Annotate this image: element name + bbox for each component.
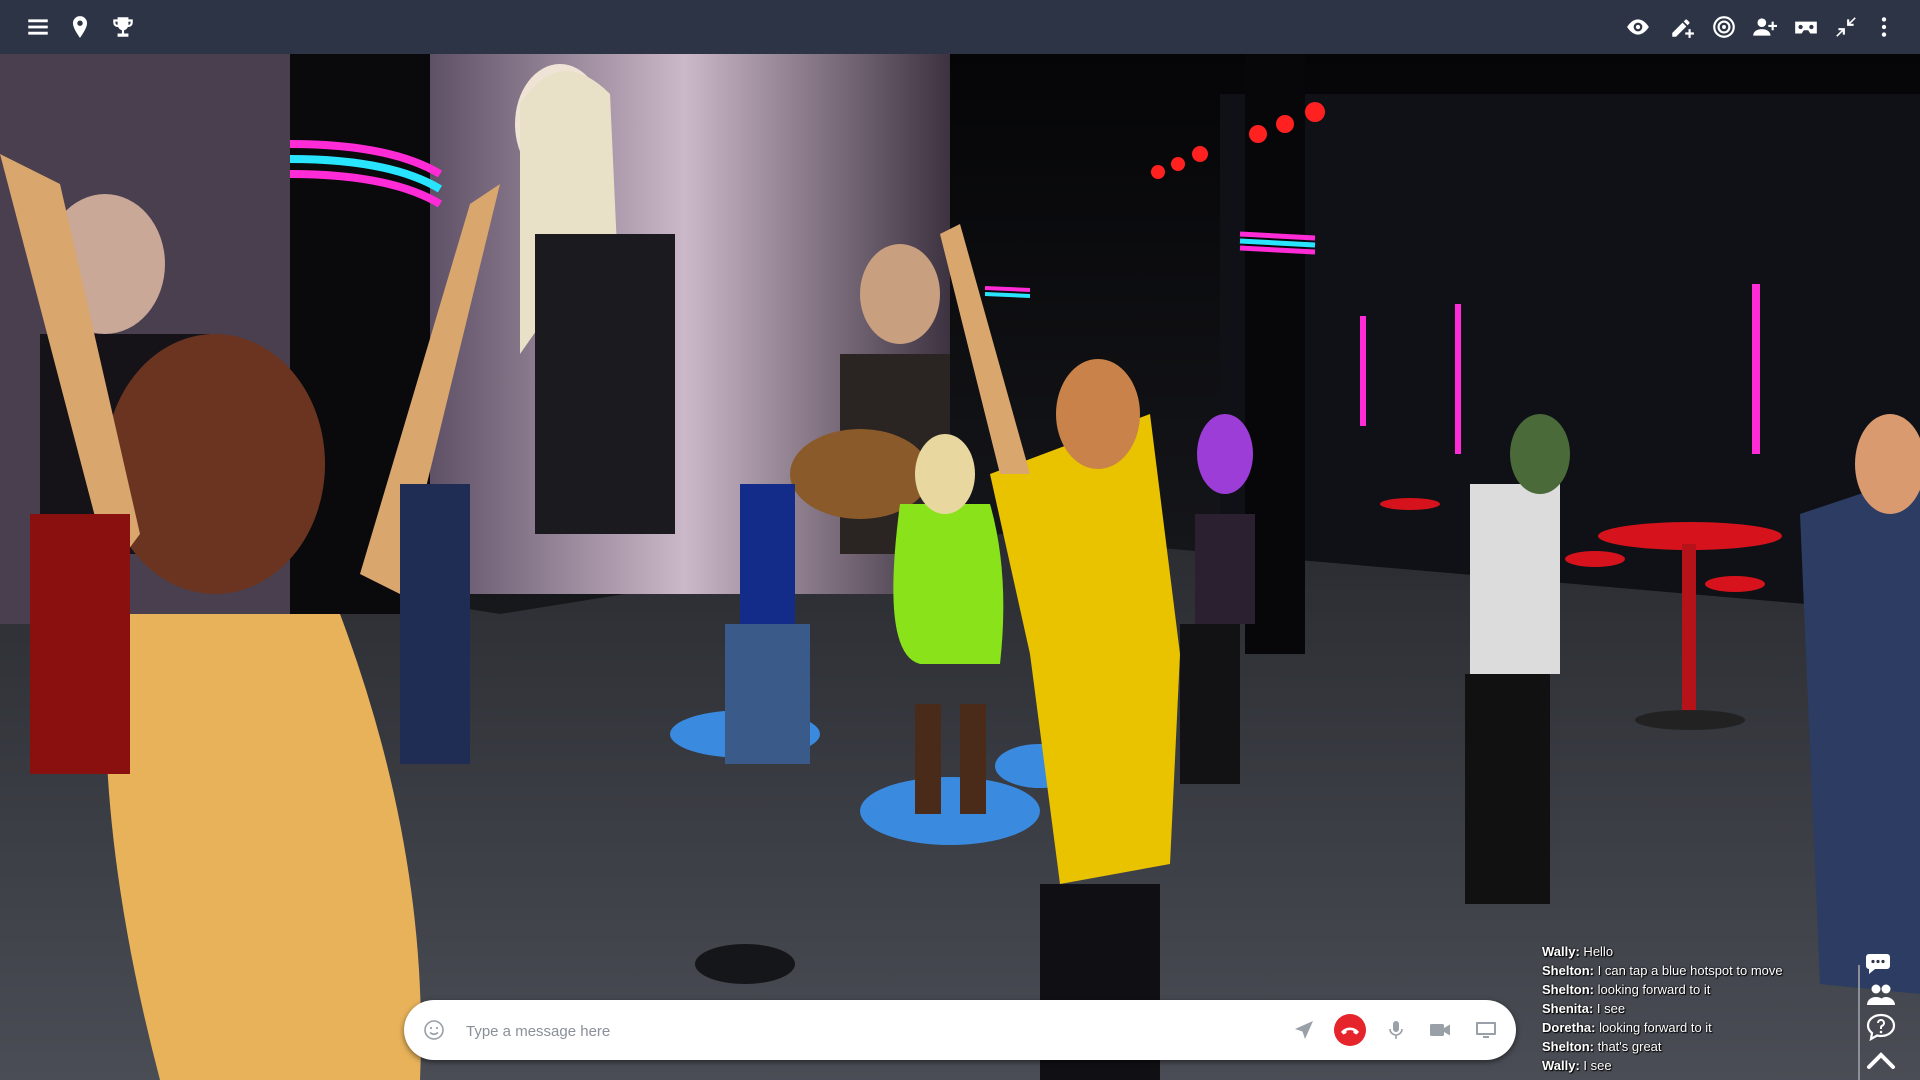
chat-log: Wally: Hello Shelton: I can tap a blue h… (1542, 942, 1842, 1075)
chat-message: Shelton: looking forward to it (1542, 980, 1842, 999)
scene-graphic (0, 54, 1920, 1080)
camera-button[interactable] (1424, 1014, 1456, 1046)
edit-add-icon (1672, 19, 1694, 38)
expand-button[interactable] (1862, 1046, 1900, 1076)
chat-username: Shelton: (1542, 982, 1594, 997)
menu-icon (28, 19, 48, 35)
screen-share-button[interactable] (1470, 1014, 1502, 1046)
people-button[interactable] (1862, 980, 1900, 1010)
collapse-icon (1836, 17, 1856, 37)
chat-message: Doretha: looking forward to it (1542, 1018, 1842, 1037)
top-toolbar (0, 0, 1920, 54)
target-icon (1713, 16, 1735, 38)
emoji-icon (424, 1020, 444, 1040)
chat-username: Shelton: (1542, 1039, 1594, 1054)
message-input[interactable] (464, 1008, 1288, 1054)
camera-icon (1430, 1024, 1450, 1036)
hangup-button[interactable] (1334, 1014, 1366, 1046)
chat-message: Shenita: I see (1542, 999, 1842, 1018)
hangup-icon (1341, 1027, 1359, 1035)
vr-button[interactable] (1788, 9, 1824, 45)
view-button[interactable] (1620, 9, 1656, 45)
microphone-button[interactable] (1380, 1014, 1412, 1046)
chat-bubbles-icon (1866, 954, 1890, 974)
edit-add-button[interactable] (1664, 9, 1700, 45)
vr-headset-icon (1795, 21, 1817, 34)
more-button[interactable] (1866, 9, 1902, 45)
chat-text: I see (1579, 1058, 1612, 1073)
chat-message: Wally: Hello (1542, 942, 1842, 961)
send-button[interactable] (1288, 1014, 1320, 1046)
chat-toggle-button[interactable] (1862, 950, 1900, 980)
help-button[interactable] (1862, 1012, 1900, 1042)
send-icon (1295, 1021, 1313, 1039)
chat-text: that's great (1594, 1039, 1662, 1054)
microphone-icon (1389, 1021, 1403, 1039)
chat-text: looking forward to it (1595, 1020, 1712, 1035)
chat-username: Wally: (1542, 944, 1580, 959)
chat-username: Shenita: (1542, 1001, 1594, 1016)
more-vertical-icon (1881, 17, 1887, 37)
chat-text: I see (1593, 1001, 1626, 1016)
trophy-icon (113, 17, 133, 37)
chat-text: Hello (1579, 944, 1614, 959)
menu-button[interactable] (20, 9, 56, 45)
chat-username: Wally: (1542, 1058, 1580, 1073)
people-icon (1867, 984, 1895, 1005)
message-bar (404, 1000, 1516, 1060)
chat-username: Doretha: (1542, 1020, 1596, 1035)
chat-message: Wally: I see (1542, 1056, 1842, 1075)
location-button[interactable] (62, 9, 98, 45)
chat-text: looking forward to it (1594, 982, 1711, 997)
help-icon (1866, 1013, 1896, 1041)
add-user-button[interactable] (1746, 9, 1782, 45)
virtual-world-view[interactable] (0, 54, 1920, 1080)
map-pin-icon (72, 16, 88, 38)
chat-message: Shelton: that's great (1542, 1037, 1842, 1056)
chevron-up-icon (1867, 1052, 1895, 1069)
chat-username: Shelton: (1542, 963, 1594, 978)
chat-text: I can tap a blue hotspot to move (1594, 963, 1783, 978)
eye-icon (1627, 19, 1649, 35)
target-button[interactable] (1706, 9, 1742, 45)
add-user-icon (1753, 18, 1777, 36)
chat-message: Shelton: I can tap a blue hotspot to mov… (1542, 961, 1842, 980)
emoji-button[interactable] (420, 1016, 448, 1044)
trophy-button[interactable] (105, 9, 141, 45)
side-panel-divider (1858, 965, 1860, 1080)
screen-share-icon (1476, 1022, 1496, 1038)
collapse-button[interactable] (1828, 9, 1864, 45)
